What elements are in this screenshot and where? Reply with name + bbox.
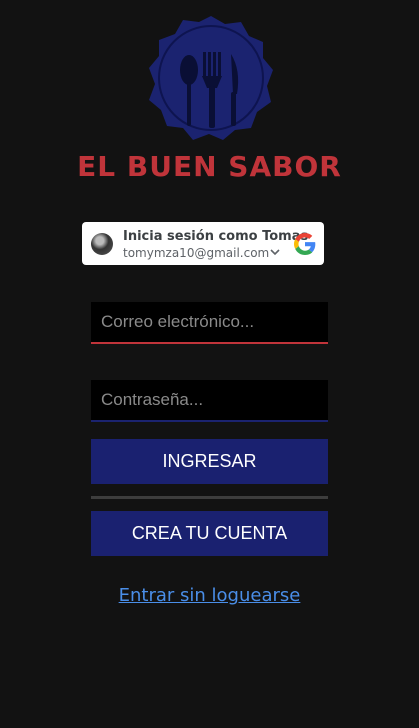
email-input[interactable] (91, 302, 328, 342)
google-icon (294, 233, 316, 255)
restaurant-logo (147, 14, 275, 142)
avatar (91, 233, 113, 255)
password-field[interactable] (91, 380, 328, 422)
login-button[interactable]: INGRESAR (91, 439, 328, 484)
guest-login-link[interactable]: Entrar sin loguearse (0, 585, 419, 606)
chevron-down-icon (270, 249, 280, 256)
password-input[interactable] (91, 380, 328, 420)
google-account-name: Inicia sesión como Tomas (123, 229, 309, 244)
google-signin-button[interactable]: Inicia sesión como Tomas tomymza10@gmail… (82, 222, 324, 265)
create-account-button[interactable]: CREA TU CUENTA (91, 511, 328, 556)
brand-title: EL BUEN SABOR (77, 150, 342, 183)
divider (91, 496, 328, 499)
email-field[interactable] (91, 302, 328, 344)
google-account-email: tomymza10@gmail.com (123, 246, 270, 260)
utensils-seal-icon (149, 16, 273, 140)
